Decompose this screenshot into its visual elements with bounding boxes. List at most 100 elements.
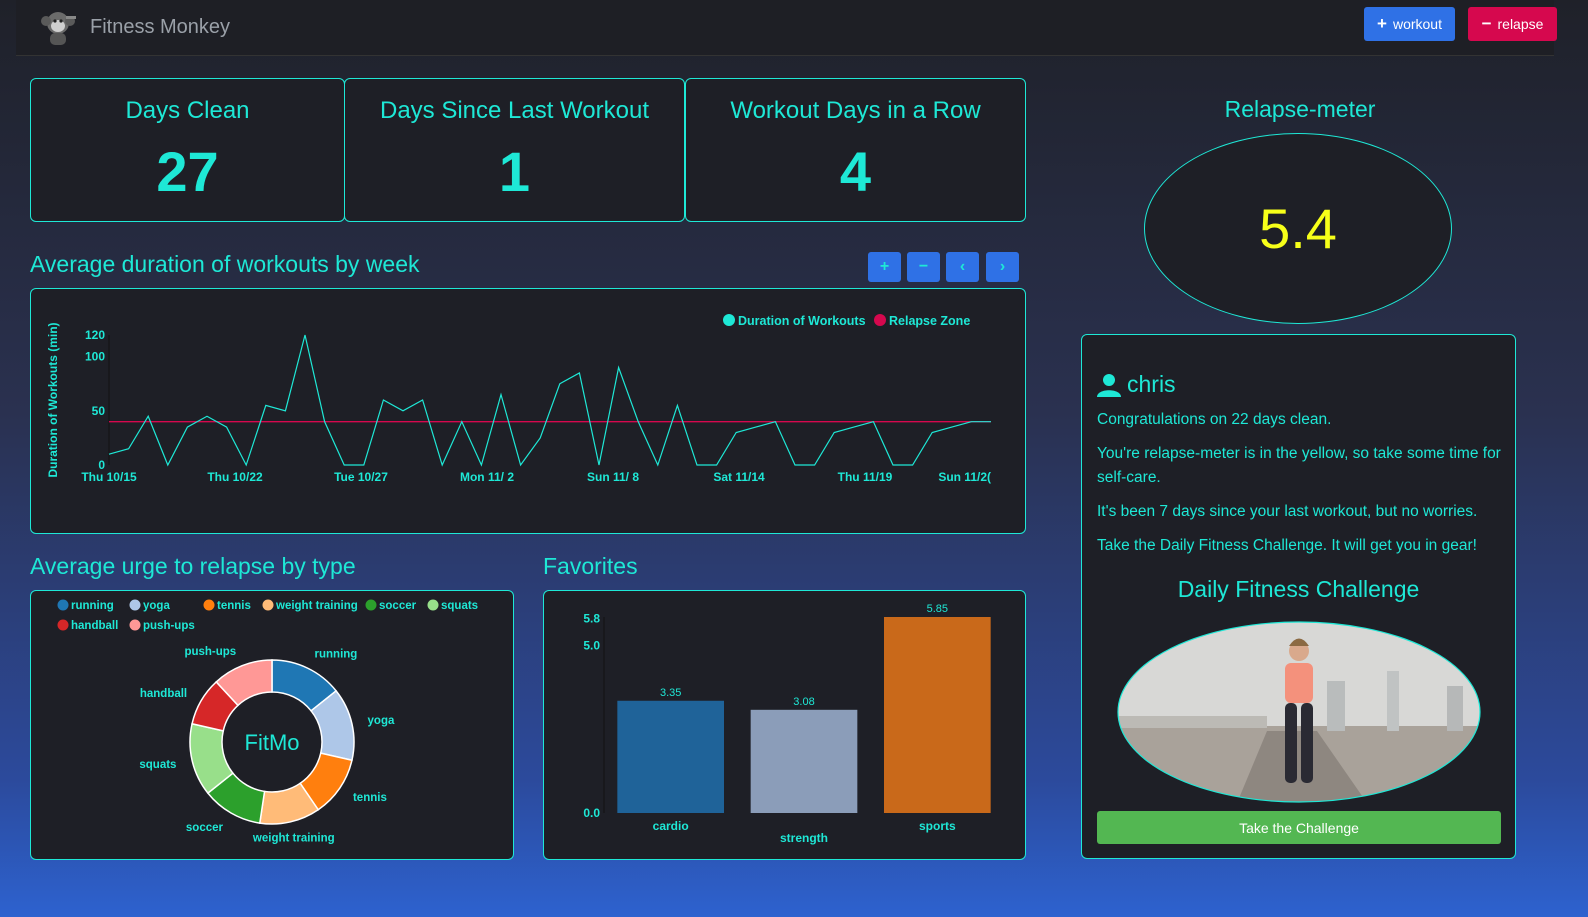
x-tick-label: Thu 10/22	[207, 470, 263, 484]
favorites-bar-chart: 0.0 5.0 5.8 3.35 cardio 3.08 strength 5.85 sport…	[583, 603, 991, 845]
legend-swatch	[874, 314, 886, 326]
x-tick-label: strength	[780, 831, 828, 845]
add-workout-label: workout	[1392, 16, 1442, 32]
x-tick-label: sports	[919, 819, 956, 833]
urge-chart-title: Average urge to relapse by type	[30, 553, 356, 579]
bar	[750, 709, 858, 813]
legend-swatch	[129, 619, 141, 631]
legend-swatch	[365, 599, 377, 611]
duration-chart-title: Average duration of workouts by week	[30, 251, 420, 277]
message: It's been 7 days since your last workout…	[1097, 503, 1478, 520]
legend-swatch	[262, 599, 274, 611]
donut-center-label: FitMo	[245, 730, 300, 755]
message: You're relapse-meter is in the yellow, s…	[1097, 445, 1501, 486]
y-tick-label: 5.8	[583, 612, 600, 626]
legend-label: yoga	[143, 600, 170, 612]
stat-card-workout-streak: Workout Days in a Row 4	[685, 78, 1026, 222]
bar-value-label: 5.85	[927, 603, 948, 615]
legend-label: soccer	[379, 600, 417, 612]
y-tick-label: 50	[92, 404, 106, 418]
slice-label: running	[315, 649, 358, 661]
y-tick-label: 0.0	[583, 806, 600, 820]
challenge-image	[1117, 621, 1481, 803]
minus-icon: −	[918, 258, 929, 275]
zoom-in-button[interactable]: +	[868, 252, 901, 282]
user-name: chris	[1127, 371, 1176, 397]
app-title: Fitness Monkey	[90, 15, 231, 38]
user-messages: Congratulations on 22 days clean. You're…	[1097, 408, 1502, 558]
message: Take the Daily Fitness Challenge. It wil…	[1097, 537, 1477, 554]
y-tick-label: 5.0	[583, 638, 600, 652]
monkey-logo-icon	[41, 12, 76, 45]
chevron-right-icon: ›	[999, 258, 1006, 275]
slice-label: push-ups	[184, 646, 236, 658]
bar-value-label: 3.35	[660, 687, 681, 699]
relapse-meter: 5.4	[1144, 133, 1452, 324]
legend-swatch	[57, 599, 69, 611]
slice-label: soccer	[186, 822, 224, 834]
brand[interactable]: Fitness Monkey	[36, 8, 230, 46]
duration-chart-card: 0 50 100 120 Duration of Workouts (min) Thu 1…	[30, 288, 1026, 534]
x-tick-label: Thu 10/15	[81, 470, 137, 484]
slice-label: yoga	[368, 715, 395, 727]
take-challenge-button[interactable]: Take the Challenge	[1097, 811, 1501, 844]
stat-title: Days Since Last Workout	[379, 97, 649, 124]
add-relapse-button[interactable]: − relapse	[1468, 7, 1557, 41]
legend-label: Relapse Zone	[889, 314, 970, 328]
plus-icon: +	[879, 258, 890, 275]
slice-label: handball	[140, 688, 187, 700]
slice-label: squats	[139, 759, 176, 771]
legend-swatch	[203, 599, 215, 611]
duration-line-chart: 050100120Duration of Workouts (min) Thu 1…	[46, 314, 991, 484]
x-tick-label: Sat 11/14	[713, 470, 765, 484]
next-week-button[interactable]: ›	[986, 252, 1019, 282]
stat-title: Workout Days in a Row	[730, 97, 981, 124]
user-icon	[1097, 373, 1121, 397]
x-tick-label: cardio	[653, 819, 689, 833]
stat-value: 4	[839, 140, 872, 203]
legend-swatch	[427, 599, 439, 611]
slice-label: weight training	[252, 833, 335, 845]
legend-label: running	[71, 600, 114, 612]
legend-label: squats	[441, 600, 478, 612]
prev-week-button[interactable]: ‹	[946, 252, 979, 282]
user-card: chris Congratulations on 22 days clean. …	[1081, 334, 1516, 859]
add-workout-button[interactable]: + workout	[1364, 7, 1455, 41]
favorites-chart-title: Favorites	[543, 553, 638, 579]
x-tick-label: Thu 11/19	[838, 470, 893, 484]
stat-card-days-since-workout: Days Since Last Workout 1	[344, 78, 685, 222]
chevron-left-icon: ‹	[959, 258, 966, 275]
legend-swatch	[57, 619, 69, 631]
challenge-title: Daily Fitness Challenge	[1177, 576, 1420, 602]
stat-card-days-clean: Days Clean 27	[30, 78, 345, 222]
plus-icon: +	[1377, 14, 1387, 33]
legend-label: push-ups	[143, 620, 195, 632]
x-tick-label: Sun 11/2(	[938, 470, 991, 484]
y-axis-label: Duration of Workouts (min)	[46, 322, 60, 477]
message: Congratulations on 22 days clean.	[1097, 411, 1332, 428]
stat-value: 1	[498, 140, 531, 203]
x-tick-label: Sun 11/ 8	[587, 470, 639, 484]
relapse-meter-value: 5.4	[1259, 197, 1337, 260]
legend-swatch	[129, 599, 141, 611]
slice-label: tennis	[353, 792, 387, 804]
x-tick-label: Mon 11/ 2	[460, 470, 514, 484]
minus-icon: −	[1481, 14, 1492, 33]
bar	[884, 617, 991, 813]
relapse-meter-title: Relapse-meter	[1224, 96, 1376, 122]
add-relapse-label: relapse	[1497, 16, 1544, 32]
urge-donut-chart: running yoga tennis weight training soccer sq…	[57, 599, 478, 845]
legend-label: handball	[71, 620, 118, 632]
favorites-chart-card: 0.0 5.0 5.8 3.35 cardio 3.08 strength 5.85 sport…	[543, 590, 1026, 860]
y-tick-label: 120	[85, 328, 105, 342]
zoom-out-button[interactable]: −	[907, 252, 940, 282]
stat-value: 27	[156, 140, 219, 203]
urge-chart-card: running yoga tennis weight training soccer sq…	[30, 590, 514, 860]
x-tick-label: Tue 10/27	[334, 470, 388, 484]
legend-label: weight training	[275, 600, 358, 612]
legend-label: Duration of Workouts	[738, 314, 866, 328]
legend-label: tennis	[217, 600, 251, 612]
stat-title: Days Clean	[125, 97, 250, 124]
user-header: chris	[1097, 371, 1176, 398]
duration-series-line	[108, 334, 991, 467]
